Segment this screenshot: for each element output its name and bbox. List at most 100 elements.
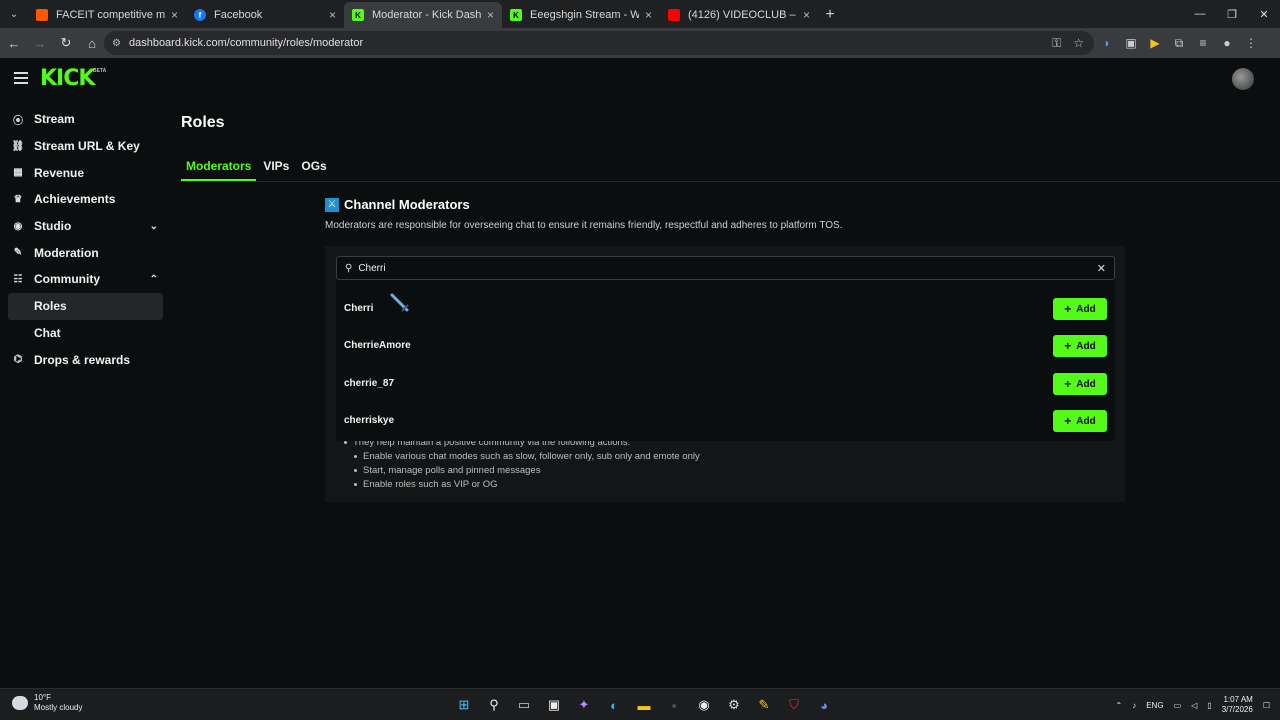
broadcast-icon: ⦿ [13, 115, 23, 127]
extension-icon[interactable]: ▣ [1124, 36, 1138, 50]
tab-search-icon[interactable]: ⌄ [0, 0, 28, 28]
window-controls: — ❐ ✕ [1184, 0, 1280, 28]
search-icon[interactable]: ⚲ [484, 695, 504, 715]
sidebar-item-achievements[interactable]: ♛ Achievements [0, 186, 170, 213]
microphone-icon[interactable]: ♪ [1132, 701, 1136, 710]
back-icon[interactable]: ← [2, 31, 26, 55]
add-moderator-button[interactable]: + Add [1053, 335, 1107, 357]
wrench-icon: ✎ [13, 247, 23, 259]
add-moderator-button[interactable]: + Add [1053, 373, 1107, 395]
sidebar-item-label: Moderation [34, 245, 99, 260]
result-username: CherrieAmore [344, 340, 411, 351]
chevron-down-icon: ⌄ [149, 220, 158, 232]
extension-icon[interactable]: ◗ [1100, 36, 1114, 50]
search-icon: ⚲ [345, 262, 353, 274]
chevron-up-icon[interactable]: ⌃ [1116, 701, 1123, 710]
search-result-row[interactable]: cherriskye + Add [336, 402, 1115, 439]
address-bar-row: ← → ↻ ⌂ ⚙ dashboard.kick.com/community/r… [0, 28, 1280, 58]
beta-badge: BETA [93, 68, 107, 74]
task-view-icon[interactable]: ▭ [514, 695, 534, 715]
discord-icon[interactable]: ◕ [814, 695, 834, 715]
browser-tab[interactable]: FACEIT competitive match - FACEIT × [28, 2, 186, 28]
tab-moderators[interactable]: Moderators [181, 155, 257, 181]
battery-icon[interactable]: ▯ [1207, 701, 1211, 710]
result-username: cherrie_87 [344, 378, 395, 389]
faceit-icon [36, 9, 48, 21]
browser-tab-bar: ⌄ FACEIT competitive match - FACEIT × f … [0, 0, 1280, 28]
plus-icon: + [1064, 414, 1072, 428]
app-header: KICK BETA [0, 58, 1280, 100]
close-icon[interactable]: × [803, 8, 810, 22]
sidebar-item-studio[interactable]: ◉ Studio ⌄ [0, 213, 170, 240]
new-tab-button[interactable]: + [818, 2, 842, 28]
user-avatar[interactable] [1232, 68, 1254, 90]
tab-ogs[interactable]: OGs [296, 155, 331, 181]
users-icon: ☷ [13, 273, 23, 285]
close-icon[interactable]: × [645, 8, 652, 22]
chrome-icon[interactable]: ◉ [694, 695, 714, 715]
sidebar-item-stream-url-key[interactable]: ⛓ Stream URL & Key [0, 133, 170, 160]
notifications-icon[interactable]: ☐ [1263, 701, 1270, 710]
edge-icon[interactable]: ◐ [604, 695, 624, 715]
gift-icon: ⌬ [13, 354, 23, 366]
add-moderator-button[interactable]: + Add [1053, 410, 1107, 432]
network-icon[interactable]: ▭ [1174, 701, 1182, 710]
browser-tab[interactable]: K Eeegshgin Stream - Watch Live × [502, 2, 660, 28]
sidebar-item-stream[interactable]: ⦿ Stream [0, 106, 170, 133]
search-input[interactable]: ⚲ Cherri ✕ [336, 256, 1115, 280]
add-moderator-button[interactable]: + Add [1053, 298, 1107, 320]
copilot-icon[interactable]: ✦ [574, 695, 594, 715]
list-item: Enable various chat modes such as slow, … [354, 451, 700, 465]
app-icon[interactable]: ▪ [664, 695, 684, 715]
shield-app-icon[interactable]: ⛉ [784, 695, 804, 715]
maximize-icon[interactable]: ❐ [1216, 0, 1248, 28]
windows-start-icon[interactable]: ⊞ [454, 695, 474, 715]
reload-icon[interactable]: ↻ [54, 31, 78, 55]
close-icon[interactable]: × [171, 8, 178, 22]
home-icon[interactable]: ⌂ [80, 31, 104, 55]
sidebar-item-moderation[interactable]: ✎ Moderation [0, 239, 170, 266]
minimize-icon[interactable]: — [1184, 0, 1216, 28]
kick-logo[interactable]: KICK [40, 66, 95, 91]
extension-icon[interactable]: ▶ [1148, 36, 1162, 50]
steam-icon[interactable]: ⚙ [724, 695, 744, 715]
clear-icon[interactable]: ✕ [1097, 262, 1106, 275]
close-window-icon[interactable]: ✕ [1248, 0, 1280, 28]
sidebar-subitem-chat[interactable]: Chat [0, 320, 163, 347]
site-info-icon[interactable]: ⚙ [112, 38, 121, 49]
weather-widget[interactable]: 10°F Mostly cloudy [12, 693, 82, 713]
search-result-row[interactable]: Cherri + Add [336, 290, 1115, 327]
sidebar-subitem-roles[interactable]: Roles [8, 292, 163, 320]
extensions-bar: ◗ ▣ ▶ ⧉ ≡ ● ⋮ [1100, 31, 1258, 55]
file-explorer-icon[interactable]: ▬ [634, 695, 654, 715]
volume-icon[interactable]: ◁ [1191, 701, 1197, 710]
url-input[interactable]: ⚙ dashboard.kick.com/community/roles/mod… [104, 31, 1094, 55]
sidebar-item-label: Stream [34, 112, 75, 127]
store-icon[interactable]: ▣ [544, 695, 564, 715]
menu-icon[interactable]: ⋮ [1244, 36, 1258, 50]
close-icon[interactable]: × [487, 8, 494, 22]
clock[interactable]: 1:07 AM 3/7/2026 [1222, 695, 1253, 715]
browser-tab[interactable]: (4126) VIDEOCLUB – Roi (in × [660, 2, 818, 28]
profile-icon[interactable]: ● [1220, 36, 1234, 50]
kick-icon: K [510, 9, 522, 21]
puzzle-icon[interactable]: ⧉ [1172, 36, 1186, 51]
search-result-row[interactable]: cherrie_87 + Add [336, 365, 1115, 402]
search-result-row[interactable]: CherrieAmore + Add [336, 327, 1115, 364]
sidebar-item-label: Community [34, 272, 100, 287]
close-icon[interactable]: × [329, 8, 336, 22]
sidebar-item-revenue[interactable]: ▦ Revenue [0, 159, 170, 186]
section-title: Channel Moderators [344, 197, 470, 212]
password-key-icon[interactable]: ⚿ [1052, 36, 1061, 51]
hamburger-menu-icon[interactable] [14, 72, 28, 84]
tab-vips[interactable]: VIPs [258, 155, 294, 181]
sidebar-item-drops-rewards[interactable]: ⌬ Drops & rewards [0, 346, 170, 373]
browser-tab-active[interactable]: K Moderator - Kick Dashboard × [344, 2, 502, 28]
app-icon[interactable]: ✎ [754, 695, 774, 715]
language-indicator[interactable]: ENG [1146, 701, 1163, 710]
sidebar-item-community[interactable]: ☷ Community ⌃ [0, 266, 170, 293]
media-icon[interactable]: ≡ [1196, 36, 1210, 50]
bookmark-star-icon[interactable]: ☆ [1073, 36, 1084, 50]
forward-icon[interactable]: → [28, 31, 52, 55]
browser-tab[interactable]: f Facebook × [186, 2, 344, 28]
